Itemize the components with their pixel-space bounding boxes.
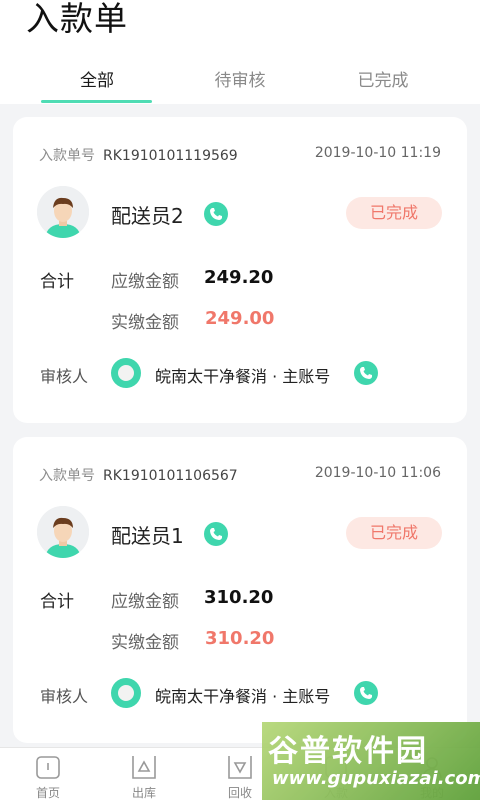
tab-all[interactable]: 全部 [37, 66, 157, 91]
watermark-logo: 谷普软件园 www.gupuxiazai.com [262, 722, 480, 800]
order-info-row: 入款单号 RK1910101119569 2019-10-10 11:19 [39, 145, 441, 165]
home-icon [35, 754, 61, 780]
paid-amount-label: 实缴金额 [111, 633, 179, 653]
total-label: 合计 [40, 272, 74, 292]
paid-amount: 310.20 [205, 628, 275, 649]
paid-amount: 249.00 [205, 308, 275, 329]
tab-pending[interactable]: 待审核 [180, 66, 300, 91]
order-info-row: 入款单号 RK1910101106567 2019-10-10 11:06 [39, 465, 441, 485]
courier-name: 配送员2 [111, 204, 184, 228]
phone-icon[interactable] [354, 361, 378, 385]
order-time: 2019-10-10 11:19 [314, 145, 441, 161]
reviewer-name: 皖南太干净餐消 · 主账号 [155, 367, 331, 386]
phone-icon[interactable] [354, 681, 378, 705]
order-number: RK1910101106567 [103, 468, 238, 484]
nav-home-label: 首页 [35, 786, 60, 800]
due-amount: 249.20 [204, 267, 274, 288]
reviewer-avatar [111, 678, 141, 708]
status-badge: 已完成 [346, 517, 442, 549]
status-badge: 已完成 [346, 197, 442, 229]
phone-icon[interactable] [204, 202, 228, 226]
paid-amount-label: 实缴金额 [111, 313, 179, 333]
outbound-icon [131, 754, 157, 780]
reviewer-label: 审核人 [40, 367, 89, 386]
courier-name: 配送员1 [111, 524, 184, 548]
active-tab-indicator [41, 100, 152, 103]
recycle-icon [227, 754, 253, 780]
courier-avatar [37, 506, 89, 558]
page-title: 入款单 [26, 0, 128, 38]
tab-completed[interactable]: 已完成 [323, 66, 443, 91]
due-amount-label: 应缴金额 [111, 272, 179, 292]
order-number: RK1910101119569 [103, 148, 238, 164]
nav-home[interactable]: 首页 [8, 754, 88, 801]
header: 入款单 全部 待审核 已完成 [0, 0, 480, 104]
watermark-url: www.gupuxiazai.com [272, 768, 480, 789]
reviewer-avatar [111, 358, 141, 388]
due-amount-label: 应缴金额 [111, 592, 179, 612]
order-card[interactable]: 入款单号 RK1910101106567 2019-10-10 11:06 配送员… [13, 437, 467, 743]
order-time: 2019-10-10 11:06 [314, 465, 441, 481]
order-number-label: 入款单号 [39, 468, 95, 484]
due-amount: 310.20 [204, 587, 274, 608]
order-number-label: 入款单号 [39, 148, 95, 164]
reviewer-name: 皖南太干净餐消 · 主账号 [155, 687, 331, 706]
order-card[interactable]: 入款单号 RK1910101119569 2019-10-10 11:19 配送员… [13, 117, 467, 423]
phone-icon[interactable] [204, 522, 228, 546]
nav-outbound[interactable]: 出库 [104, 754, 184, 801]
total-label: 合计 [40, 592, 74, 612]
courier-avatar [37, 186, 89, 238]
tab-bar: 全部 待审核 已完成 [0, 60, 480, 104]
reviewer-label: 审核人 [40, 687, 89, 706]
watermark-title: 谷普软件园 [268, 734, 428, 769]
nav-outbound-label: 出库 [131, 786, 156, 800]
